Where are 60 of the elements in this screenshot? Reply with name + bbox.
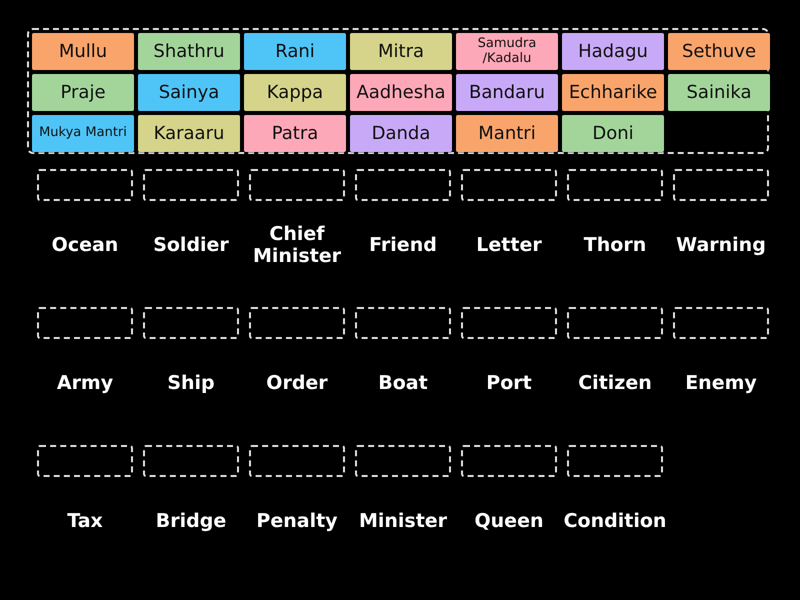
target-label: Warning <box>676 235 766 257</box>
drop-zone[interactable] <box>461 169 557 201</box>
word-tile[interactable]: Mukya Mantri <box>32 115 134 152</box>
word-tile[interactable]: Mitra <box>350 33 452 70</box>
target-label: Chief Minister <box>252 224 342 268</box>
drop-zone[interactable] <box>567 169 663 201</box>
word-tile[interactable]: Mullu <box>32 33 134 70</box>
drop-zone[interactable] <box>37 307 133 339</box>
word-tile[interactable]: Patra <box>244 115 346 152</box>
drop-zone[interactable] <box>249 169 345 201</box>
drop-zone[interactable] <box>37 445 133 477</box>
drop-zone[interactable] <box>355 307 451 339</box>
target-label: Minister <box>358 511 448 533</box>
target-label: Thorn <box>584 235 646 257</box>
word-tile[interactable]: Rani <box>244 33 346 70</box>
target-label: Bridge <box>156 511 226 533</box>
word-tile[interactable]: Shathru <box>138 33 240 70</box>
word-tile[interactable]: Hadagu <box>562 33 664 70</box>
word-tile[interactable]: Aadhesha <box>350 74 452 111</box>
word-tile[interactable]: Kappa <box>244 74 346 111</box>
drop-zone[interactable] <box>143 307 239 339</box>
target-label: Army <box>56 373 114 395</box>
target-label: Ocean <box>52 235 118 257</box>
drop-zone[interactable] <box>143 169 239 201</box>
target-label: Queen <box>474 511 544 533</box>
drop-zone[interactable] <box>143 445 239 477</box>
word-tile[interactable]: Praje <box>32 74 134 111</box>
target-label: Letter <box>476 235 542 257</box>
word-tile[interactable]: Sethuve <box>668 33 770 70</box>
drop-zone[interactable] <box>37 169 133 201</box>
drop-zone[interactable] <box>461 307 557 339</box>
drop-zone[interactable] <box>249 307 345 339</box>
word-tile[interactable]: Bandaru <box>456 74 558 111</box>
target-label: Citizen <box>578 373 652 395</box>
drop-zone[interactable] <box>461 445 557 477</box>
target-label: Boat <box>378 373 428 395</box>
target-label: Ship <box>167 373 215 395</box>
target-label: Enemy <box>685 373 757 395</box>
word-tile[interactable]: Danda <box>350 115 452 152</box>
word-tile[interactable]: Doni <box>562 115 664 152</box>
drop-zone[interactable] <box>673 307 769 339</box>
target-label: Order <box>266 373 328 395</box>
word-tile[interactable]: Echharike <box>562 74 664 111</box>
target-label: Penalty <box>256 511 338 533</box>
drop-zone[interactable] <box>355 169 451 201</box>
word-tile[interactable]: Sainika <box>668 74 770 111</box>
drop-zone[interactable] <box>355 445 451 477</box>
target-label: Port <box>486 373 532 395</box>
word-tile[interactable]: Sainya <box>138 74 240 111</box>
word-tile[interactable]: Samudra /Kadalu <box>456 33 558 70</box>
drop-zone[interactable] <box>567 307 663 339</box>
target-label: Soldier <box>153 235 229 257</box>
drop-zone[interactable] <box>249 445 345 477</box>
drop-zone[interactable] <box>673 169 769 201</box>
word-tile[interactable]: Mantri <box>456 115 558 152</box>
target-label: Condition <box>564 511 666 533</box>
drop-zone[interactable] <box>567 445 663 477</box>
target-label: Tax <box>67 511 103 533</box>
word-tile[interactable]: Karaaru <box>138 115 240 152</box>
target-label: Friend <box>369 235 437 257</box>
